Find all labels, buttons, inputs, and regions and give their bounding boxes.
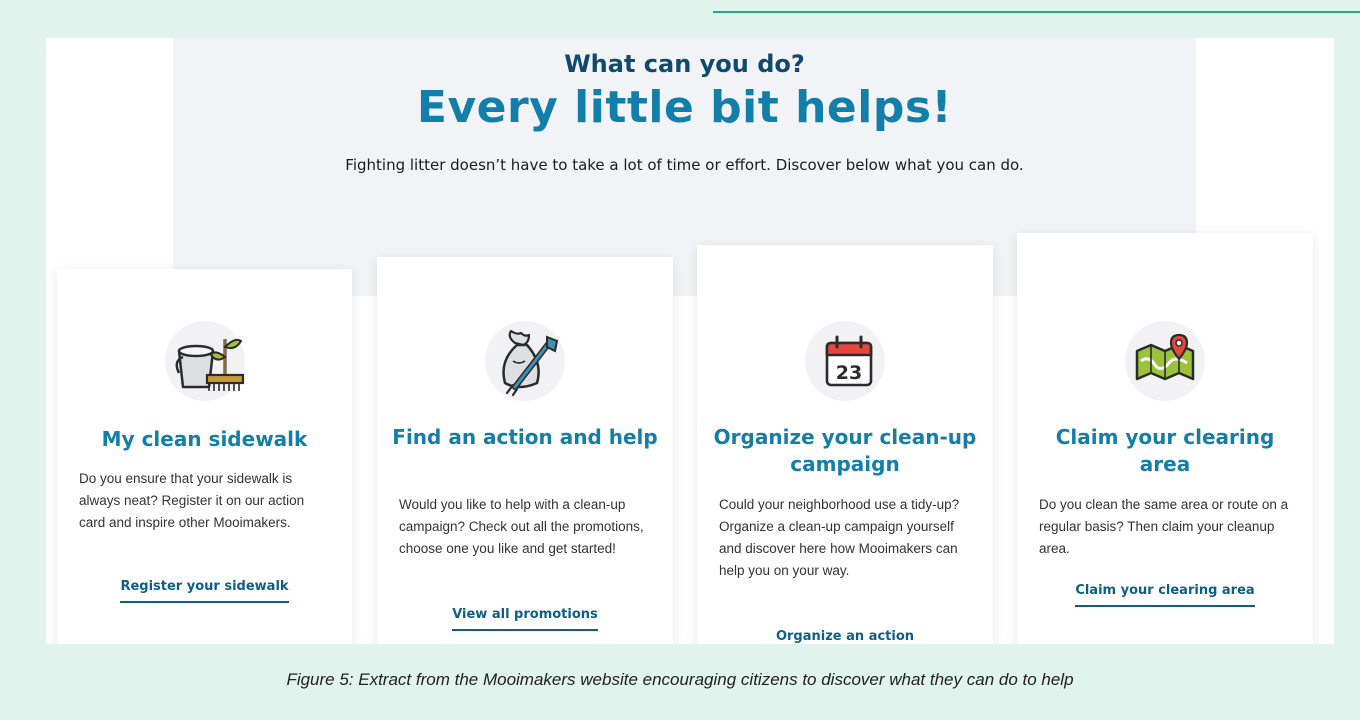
screenshot-frame: What can you do? Every little bit helps!… [46,38,1334,644]
claim-area-link[interactable]: Claim your clearing area [1075,583,1255,607]
organize-action-link[interactable]: Organize an action [776,629,914,644]
card-claim-area: Claim your clearing area Do you clean th… [1017,233,1313,644]
card-title: My clean sidewalk [101,427,308,451]
trash-bag-grabber-icon [502,329,559,397]
view-promotions-link[interactable]: View all promotions [452,607,598,631]
hero-eyebrow: What can you do? [564,50,805,78]
calendar-day: 23 [836,362,862,384]
card-link-wrapper: Organize an action [697,625,993,644]
figure-caption: Figure 5: Extract from the Mooimakers we… [286,670,1074,689]
card-description: Could your neighborhood use a tidy-up? O… [719,497,960,578]
bucket-broom-icon [175,338,244,391]
icon-circle [164,321,245,401]
hero-intro: Fighting litter doesn’t have to take a l… [345,156,1024,174]
card-description: Would you like to help with a clean-up c… [399,497,644,556]
card-link-wrapper: View all promotions [377,603,673,631]
card-title: Find an action and help [392,425,658,449]
hero-headline: Every little bit helps! [416,82,953,133]
card-find-action: Find an action and help Would you like t… [377,257,673,644]
card-clean-sidewalk: My clean sidewalk Do you ensure that you… [57,269,352,644]
card-title: Claim your clearing area [1055,425,1275,476]
calendar-icon: 23 [825,335,873,387]
map-pin-icon [1135,333,1195,381]
card-link-wrapper: Register your sidewalk [57,575,352,603]
icon-circle [1125,321,1205,401]
card-description: Do you clean the same area or route on a… [1039,497,1289,556]
register-sidewalk-link[interactable]: Register your sidewalk [120,579,289,603]
card-organize-campaign: 23 Organize your clean-up campaign Could… [697,245,993,644]
card-title: Organize your clean-up campaign [713,425,977,476]
card-link-wrapper: Claim your clearing area [1017,579,1313,607]
card-description: Do you ensure that your sidewalk is alwa… [79,471,305,530]
icon-circle: 23 [805,321,885,401]
icon-circle [485,321,565,401]
top-accent-rule [713,11,1360,13]
